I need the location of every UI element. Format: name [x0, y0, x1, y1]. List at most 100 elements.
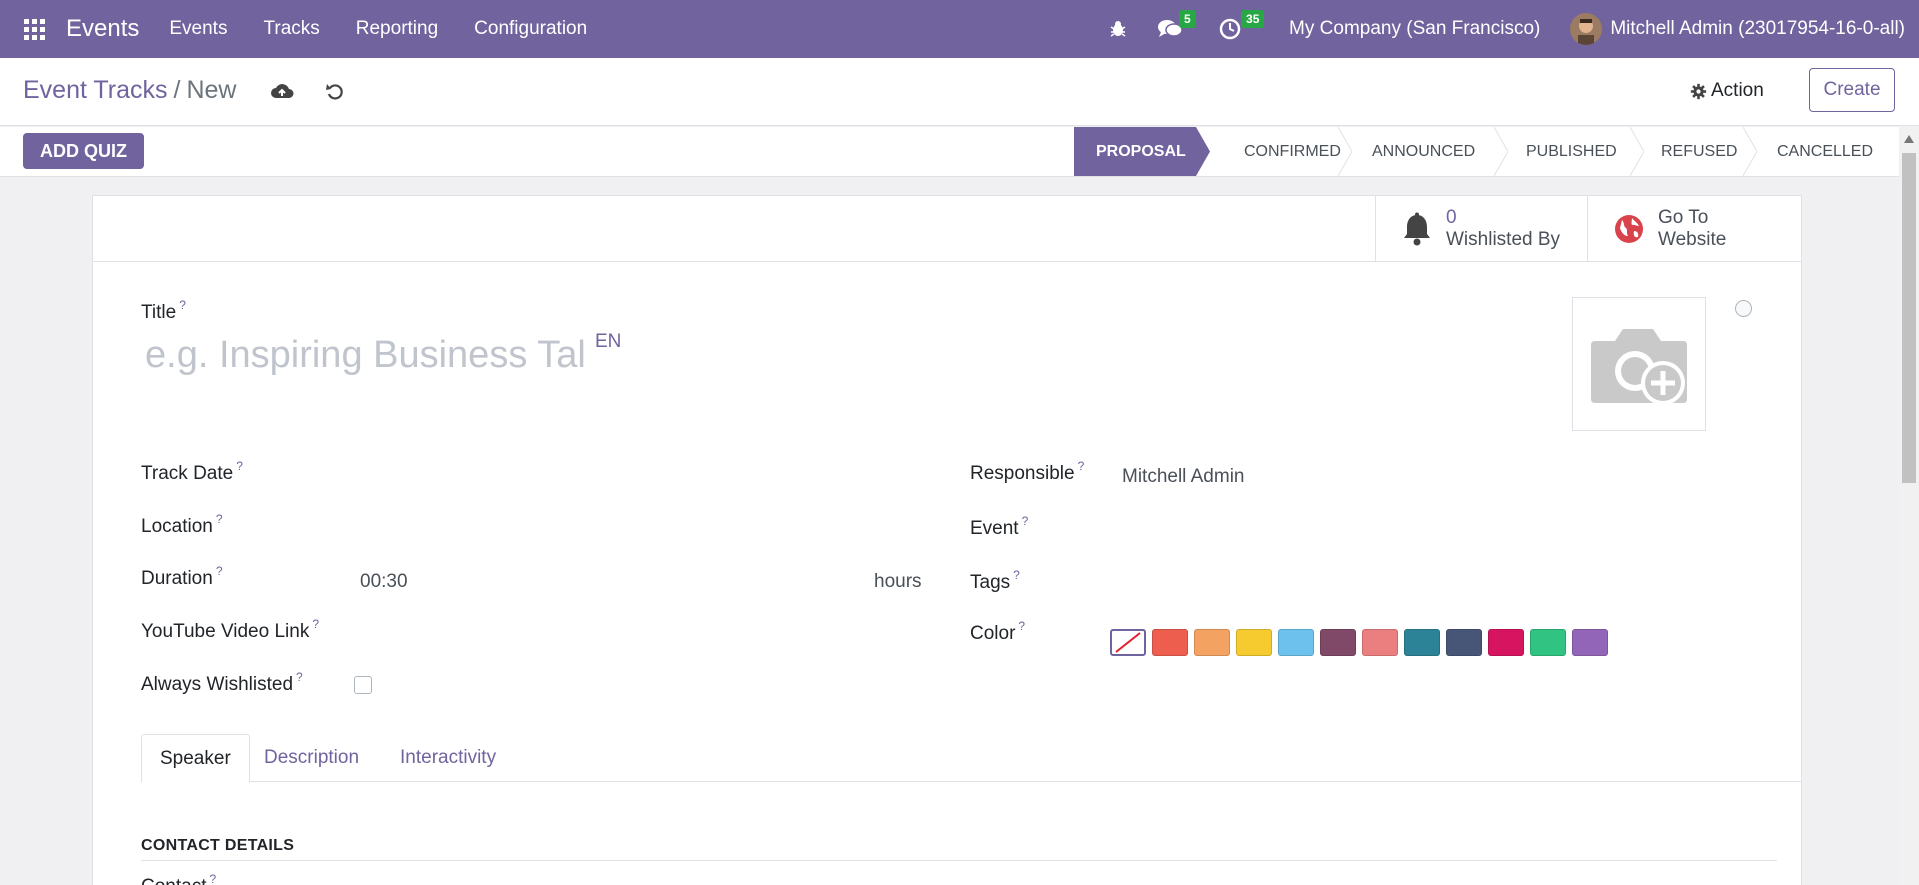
color-swatch-none[interactable] — [1110, 629, 1146, 656]
help-tooltip-icon[interactable]: ? — [216, 512, 223, 526]
tab-description[interactable]: Description — [246, 734, 377, 782]
camera-add-icon — [1591, 329, 1687, 405]
status-bar: ADD QUIZ PROPOSAL CONFIRMED ANNOUNCED PU… — [0, 127, 1899, 177]
image-upload-field[interactable] — [1572, 297, 1706, 431]
contact-details-heading: CONTACT DETAILS — [141, 837, 295, 854]
contact-label: Contact? — [141, 872, 216, 885]
gear-icon — [1690, 83, 1707, 99]
notebook-tabs: Speaker Description Interactivity — [141, 734, 1801, 783]
help-tooltip-icon[interactable]: ? — [312, 617, 319, 631]
activities-badge: 35 — [1241, 10, 1265, 28]
title-label: Title? — [141, 298, 186, 323]
color-swatch[interactable] — [1278, 629, 1314, 656]
smart-buttons-row: 0 Wishlisted By Go To Website — [93, 196, 1801, 262]
apps-grid-icon[interactable] — [24, 18, 46, 40]
action-menu-button[interactable]: Action — [1690, 80, 1764, 102]
activities-clock-icon[interactable]: 35 — [1219, 10, 1265, 40]
section-divider — [141, 860, 1777, 861]
color-swatch[interactable] — [1236, 629, 1272, 656]
no-color-slash-icon — [1115, 632, 1141, 653]
always-wishlisted-checkbox[interactable] — [354, 676, 372, 694]
color-swatch[interactable] — [1152, 629, 1188, 656]
user-menu[interactable]: Mitchell Admin (23017954-16-0-all) — [1610, 18, 1905, 40]
breadcrumb-separator: / — [173, 76, 181, 104]
help-tooltip-icon[interactable]: ? — [1018, 619, 1025, 633]
top-navbar: Events Events Tracks Reporting Configura… — [0, 0, 1919, 58]
duration-input[interactable]: 00:30 — [360, 571, 408, 593]
wishlisted-by-button[interactable]: 0 Wishlisted By — [1375, 196, 1587, 261]
messages-badge: 5 — [1179, 10, 1196, 28]
help-tooltip-icon[interactable]: ? — [179, 298, 186, 312]
website-line2: Website — [1658, 228, 1727, 250]
duration-unit: hours — [874, 571, 922, 592]
stage-refused[interactable]: REFUSED — [1631, 127, 1737, 176]
color-swatch[interactable] — [1404, 629, 1440, 656]
messages-icon[interactable]: 5 — [1157, 10, 1196, 40]
add-quiz-button[interactable]: ADD QUIZ — [23, 133, 144, 169]
user-avatar[interactable] — [1570, 13, 1603, 45]
responsible-label: Responsible? — [970, 459, 1085, 484]
color-label: Color? — [970, 619, 1026, 644]
event-label: Event? — [970, 514, 1029, 539]
control-panel: Event Tracks / New Action Create — [0, 58, 1919, 126]
tab-speaker[interactable]: Speaker — [141, 734, 250, 783]
help-tooltip-icon[interactable]: ? — [209, 872, 216, 885]
color-picker — [1110, 629, 1614, 656]
color-swatch[interactable] — [1572, 629, 1608, 656]
help-tooltip-icon[interactable]: ? — [236, 459, 243, 473]
duration-label: Duration? — [141, 564, 223, 589]
form-sheet: 0 Wishlisted By Go To Website Title? e.g… — [92, 195, 1802, 885]
responsible-input[interactable]: Mitchell Admin — [1122, 466, 1245, 488]
save-cloud-icon[interactable] — [270, 82, 294, 107]
color-swatch[interactable] — [1446, 629, 1482, 656]
color-swatch[interactable] — [1362, 629, 1398, 656]
stage-proposal[interactable]: PROPOSAL — [1074, 127, 1196, 176]
company-switcher[interactable]: My Company (San Francisco) — [1289, 18, 1540, 40]
menu-events[interactable]: Events — [169, 18, 227, 40]
breadcrumb-parent[interactable]: Event Tracks — [23, 76, 168, 104]
stage-confirmed[interactable]: CONFIRMED — [1214, 127, 1341, 176]
website-line1: Go To — [1658, 206, 1709, 228]
breadcrumb: Event Tracks / New — [23, 76, 236, 105]
bell-icon — [1404, 212, 1430, 245]
help-tooltip-icon[interactable]: ? — [1022, 514, 1029, 528]
action-label: Action — [1711, 80, 1764, 101]
wishlisted-label: Wishlisted By — [1446, 228, 1561, 250]
app-brand[interactable]: Events — [66, 15, 139, 43]
color-swatch[interactable] — [1488, 629, 1524, 656]
go-to-website-button[interactable]: Go To Website — [1587, 196, 1801, 261]
youtube-link-label: YouTube Video Link? — [141, 617, 320, 642]
scrollbar-thumb[interactable] — [1902, 153, 1916, 483]
tags-label: Tags? — [970, 568, 1020, 593]
kanban-state-radio[interactable] — [1735, 300, 1752, 317]
help-tooltip-icon[interactable]: ? — [296, 670, 303, 684]
menu-configuration[interactable]: Configuration — [474, 18, 587, 40]
tab-interactivity[interactable]: Interactivity — [382, 734, 514, 782]
track-date-label: Track Date? — [141, 459, 243, 484]
color-swatch[interactable] — [1320, 629, 1356, 656]
create-button[interactable]: Create — [1809, 68, 1895, 112]
menu-tracks[interactable]: Tracks — [263, 18, 319, 40]
color-swatch[interactable] — [1194, 629, 1230, 656]
always-wishlisted-label: Always Wishlisted? — [141, 670, 303, 695]
stage-announced[interactable]: ANNOUNCED — [1342, 127, 1475, 176]
scroll-up-arrow-icon[interactable] — [1904, 135, 1914, 143]
title-input[interactable]: e.g. Inspiring Business Talk — [145, 334, 585, 377]
color-swatch[interactable] — [1530, 629, 1566, 656]
vertical-scrollbar[interactable] — [1899, 127, 1919, 885]
wishlisted-count: 0 — [1446, 206, 1457, 228]
debug-bug-icon[interactable] — [1109, 20, 1127, 38]
navbar-systray: 5 35 My Company (San Francisco) Mitchell… — [1109, 0, 1919, 58]
translate-language-button[interactable]: EN — [595, 331, 621, 353]
help-tooltip-icon[interactable]: ? — [1013, 568, 1020, 582]
stage-published[interactable]: PUBLISHED — [1496, 127, 1617, 176]
stage-cancelled[interactable]: CANCELLED — [1747, 127, 1873, 176]
stage-arrow-active — [1196, 127, 1210, 176]
globe-icon — [1615, 214, 1643, 243]
menu-reporting[interactable]: Reporting — [356, 18, 438, 40]
location-label: Location? — [141, 512, 223, 537]
help-tooltip-icon[interactable]: ? — [216, 564, 223, 578]
breadcrumb-current: New — [186, 76, 237, 104]
discard-undo-icon[interactable] — [325, 82, 345, 107]
help-tooltip-icon[interactable]: ? — [1078, 459, 1085, 473]
